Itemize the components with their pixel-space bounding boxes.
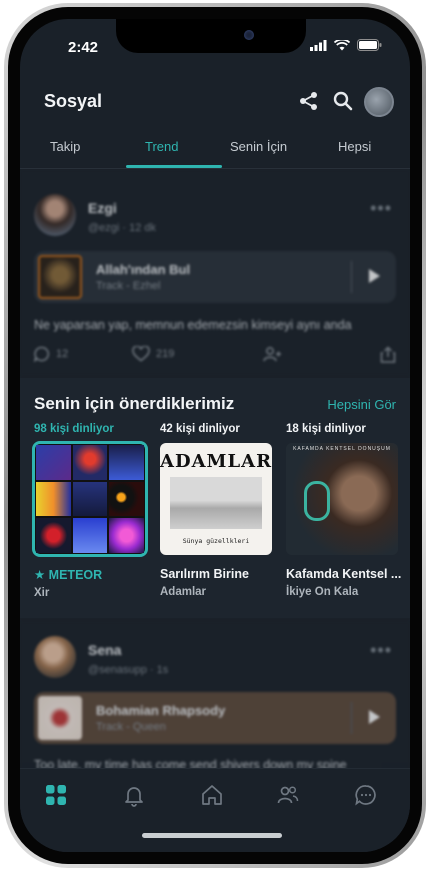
notch [116,19,306,53]
tab-hepsi[interactable]: Hepsi [338,139,371,154]
collage-tile [73,518,107,553]
search-icon[interactable] [332,90,354,112]
cover-subtitle: Sünya güzellkleri [182,537,250,545]
cover-photo [170,477,262,529]
collage-tile [36,445,71,480]
feed-tabs: Takip Trend Senin İçin Hepsi [20,125,410,169]
track-cover [38,696,82,740]
users-button[interactable] [262,346,282,362]
bottom-navigation [20,768,410,852]
comment-count: 12 [56,348,69,360]
status-bar: 2:42 [20,19,410,69]
heart-icon [132,346,150,362]
share-post-button[interactable] [380,346,396,363]
post-handle: @ezgi [88,222,120,234]
cover-title: ADAMLAR [160,451,272,472]
comment-icon [34,346,50,362]
post-meta: @ezgi · 12 dk [88,222,157,234]
track-card[interactable]: Allah'ından Bul Track - Ezhel [34,251,396,303]
album-cover[interactable]: ADAMLAR Sünya güzellkleri [160,443,272,555]
collage-tile [109,518,144,553]
avatar[interactable] [34,194,76,236]
track-cover [38,255,82,299]
play-icon[interactable] [369,269,380,283]
more-options-icon[interactable]: ••• [370,198,392,219]
track-title: Allah'ından Bul [96,262,191,277]
tab-senin-icin[interactable]: Senin İçin [230,139,287,154]
cover-title: KAFAMDA KENTSEL DÖNÜŞÜM [293,446,391,452]
users-icon [263,347,281,362]
camera [244,30,254,40]
app-header: Sosyal [20,69,410,121]
album-cover[interactable]: KAFAMDA KENTSEL DÖNÜŞÜM [286,443,398,555]
home-icon[interactable] [200,783,224,807]
post-meta: @senasupp · 1s [88,664,169,676]
listener-count: 18 kişi dinliyor [286,423,366,435]
users-icon[interactable] [276,783,300,807]
like-count: 219 [156,348,175,360]
collage-tile [73,482,107,516]
tab-takip[interactable]: Takip [50,139,80,154]
status-icons [310,39,382,51]
track-subtitle: Track - Queen [96,721,166,733]
recommendation-card[interactable]: 98 kişi dinliyor ★ METEOR Xir [32,423,152,599]
post-time: 12 dk [129,222,157,234]
more-options-icon[interactable]: ••• [370,640,392,661]
wifi-icon [334,39,350,50]
cover-photo [304,481,330,521]
post-username[interactable]: Ezgi [88,200,117,216]
album-title[interactable]: Kafamda Kentsel ... [286,567,404,581]
track-card[interactable]: Bohamian Rhapsody Track - Queen [34,692,396,744]
post-card[interactable]: Ezgi @ezgi · 12 dk ••• Allah'ından Bul T… [20,170,410,375]
see-all-link[interactable]: Hepsini Gör [327,397,396,412]
tab-trend[interactable]: Trend [145,139,178,154]
like-button[interactable]: 219 [132,346,174,362]
divider [351,261,352,293]
chat-icon[interactable] [354,783,378,807]
collage-tile [109,482,144,516]
signal-icon [310,39,327,51]
listener-count: 42 kişi dinliyor [160,423,240,435]
post-text: Ne yaparsan yap, memnun edemezsin kimsey… [34,318,352,332]
profile-avatar[interactable] [364,87,394,117]
album-cover[interactable] [32,441,148,557]
grid-icon[interactable] [44,783,68,807]
status-time: 2:42 [68,39,99,56]
post-actions: 12 219 [34,346,396,368]
track-subtitle: Track - Ezhel [96,280,161,292]
avatar[interactable] [34,636,76,678]
divider [351,702,352,734]
recommendation-card[interactable]: 18 kişi dinliyor KAFAMDA KENTSEL DÖNÜŞÜM… [286,423,404,598]
comment-button[interactable]: 12 [34,346,68,362]
artist-name[interactable]: Xir [34,587,152,599]
collage-tile [36,482,71,516]
recommendation-card[interactable]: 42 kişi dinliyor ADAMLAR Sünya güzellkle… [160,423,278,598]
share-icon[interactable] [298,90,320,112]
album-title[interactable]: Sarılırım Birine [160,567,278,581]
post-time: 1s [156,664,169,676]
bell-icon[interactable] [122,783,146,807]
page-title: Sosyal [44,91,103,111]
track-title: Bohamian Rhapsody [96,703,226,718]
recommendations-section: Senin için önerdiklerimiz Hepsini Gör 98… [20,378,410,618]
phone-frame: 2:42 Sosyal Takip Trend Senin İçin Hepsi… [4,3,426,868]
feed: Ezgi @ezgi · 12 dk ••• Allah'ından Bul T… [20,170,410,852]
play-icon[interactable] [369,710,380,724]
upload-icon [380,346,396,363]
phone-bezel: 2:42 Sosyal Takip Trend Senin İçin Hepsi… [8,7,422,864]
post-handle: @senasupp [88,664,147,676]
post-username[interactable]: Sena [88,642,121,658]
artist-name[interactable]: Adamlar [160,586,278,598]
collage-tile [109,445,144,480]
collage-tile [36,518,71,553]
home-indicator[interactable] [142,833,282,838]
battery-icon [357,39,382,51]
active-tab-indicator [126,165,222,168]
artist-name[interactable]: İkiye On Kala [286,586,404,598]
listener-count: 98 kişi dinliyor [34,423,114,435]
album-title[interactable]: ★ METEOR [34,567,152,582]
collage-tile [73,445,107,480]
section-title: Senin için önerdiklerimiz [34,394,235,413]
app-screen: 2:42 Sosyal Takip Trend Senin İçin Hepsi… [20,19,410,852]
